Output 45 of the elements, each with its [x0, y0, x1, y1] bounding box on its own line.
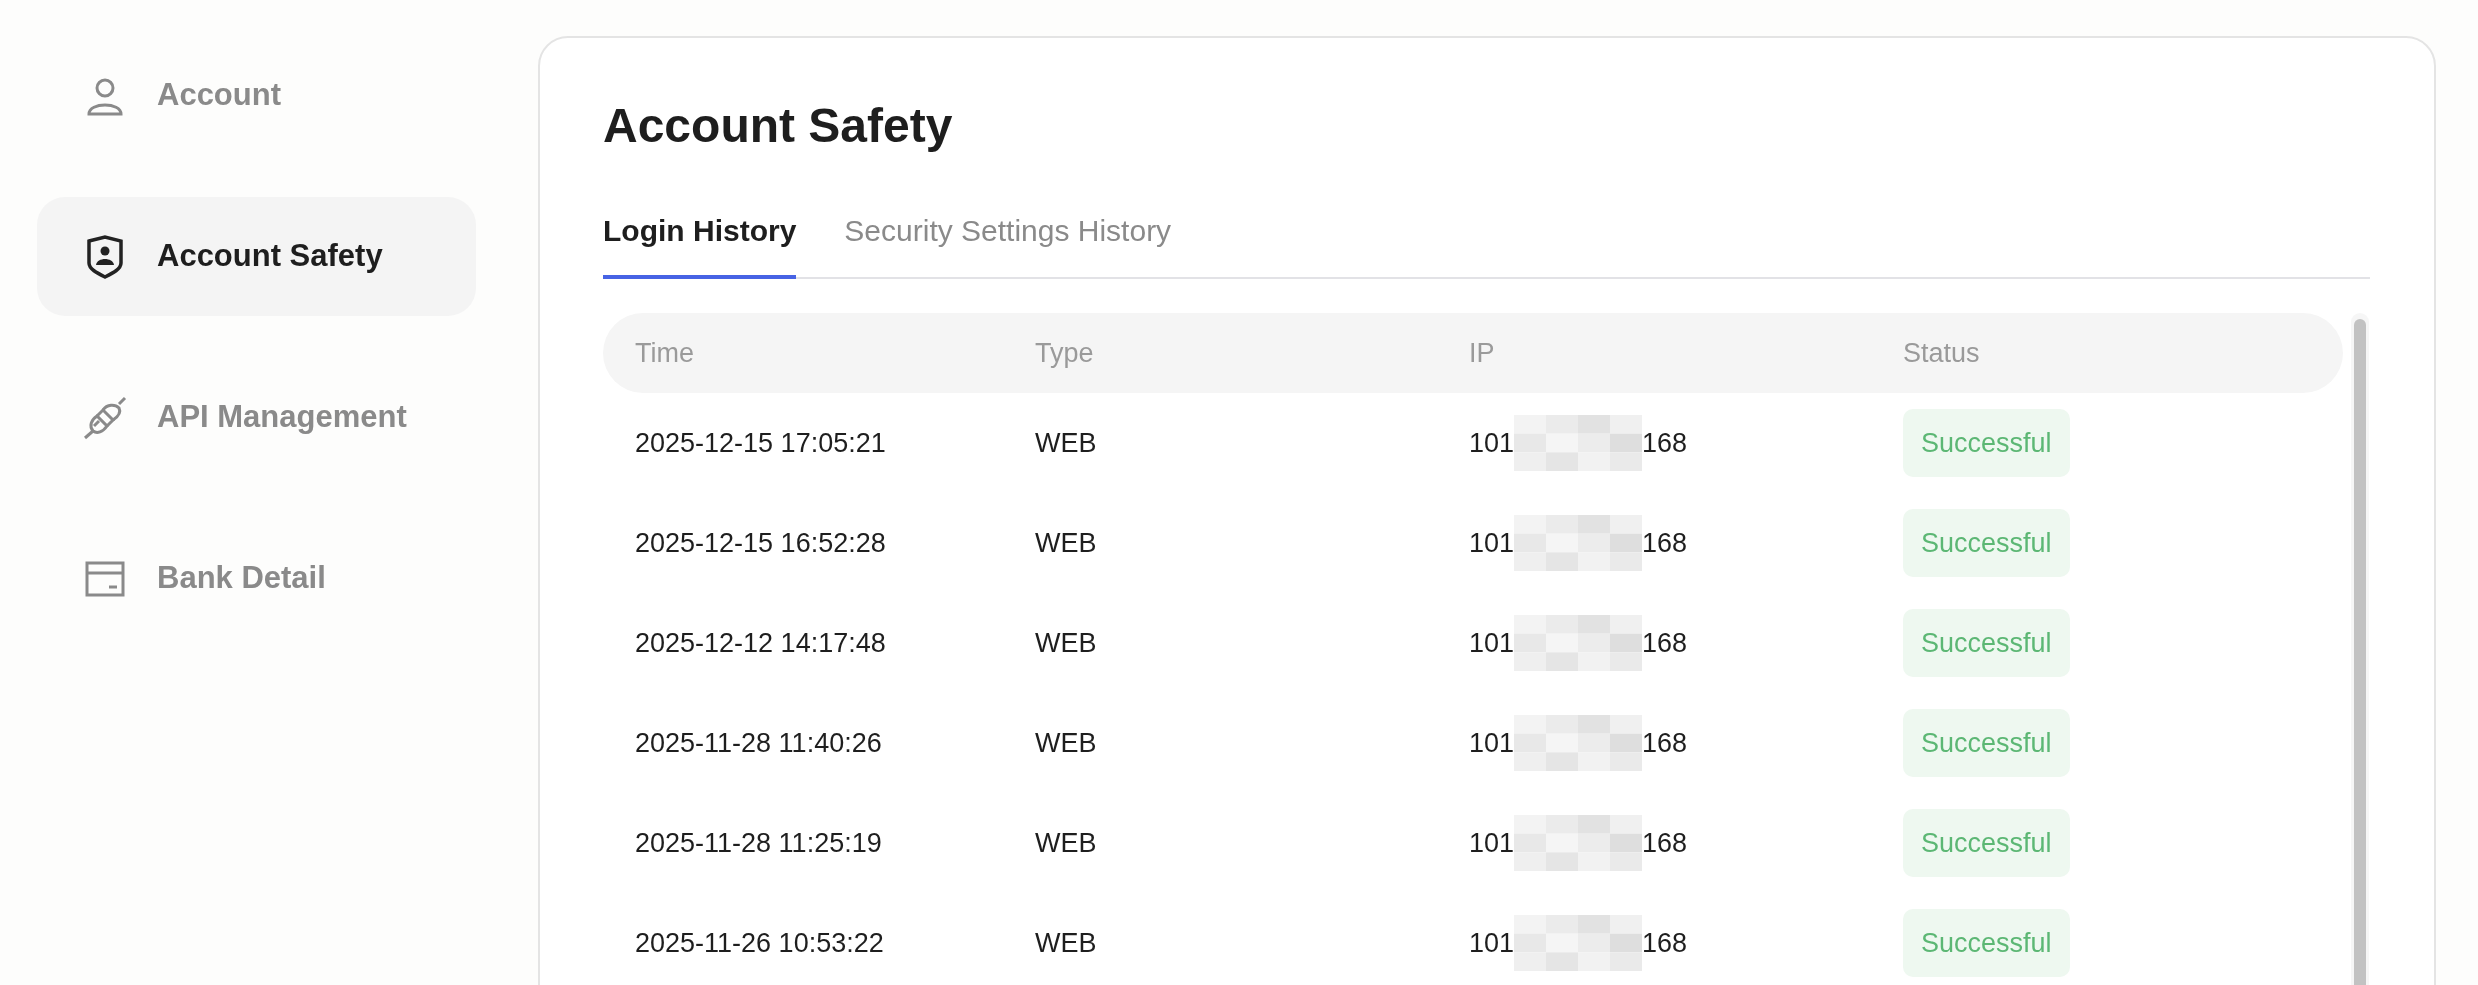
- status-badge: Successful: [1903, 708, 2070, 778]
- ip-start: 101: [1469, 626, 1515, 660]
- status-badge: Successful: [1903, 608, 2070, 678]
- sidebar-item[interactable]: Account Safety: [37, 197, 476, 316]
- ip-start: 101: [1469, 526, 1515, 560]
- status-badge: Successful: [1903, 808, 2070, 878]
- ip-end: 168: [1642, 926, 1688, 960]
- table-cell-text: WEB: [1035, 526, 1098, 560]
- column-header: Time: [635, 336, 695, 370]
- sidebar-item[interactable]: Account: [37, 36, 476, 155]
- scrollbar-thumb[interactable]: [2354, 319, 2366, 985]
- table-cell-text: WEB: [1035, 626, 1098, 660]
- tab[interactable]: Login History: [603, 208, 797, 279]
- ip-end: 168: [1642, 626, 1688, 660]
- status-badge: Successful: [1903, 408, 2070, 478]
- table-cell-text: WEB: [1035, 426, 1098, 460]
- table-cell-text: 2025-11-26 10:53:22: [635, 926, 885, 960]
- table-cell-text: 2025-12-15 17:05:21: [635, 426, 887, 460]
- tab[interactable]: Security Settings History: [844, 208, 1172, 279]
- status-badge: Successful: [1903, 908, 2070, 978]
- column-header: Type: [1035, 336, 1095, 370]
- ip-end: 168: [1642, 726, 1688, 760]
- table-cell-text: WEB: [1035, 926, 1098, 960]
- sidebar-item[interactable]: API Management: [37, 358, 476, 477]
- column-header: IP: [1469, 336, 1496, 370]
- sidebar-item[interactable]: Bank Detail: [37, 519, 476, 638]
- ip-end: 168: [1642, 526, 1688, 560]
- ip-start: 101: [1469, 726, 1515, 760]
- ip-start: 101: [1469, 926, 1515, 960]
- ip-end: 168: [1642, 826, 1688, 860]
- plug-icon: [83, 395, 127, 440]
- table-cell-text: 2025-11-28 11:25:19: [635, 826, 883, 860]
- column-header: Status: [1903, 336, 1981, 370]
- page-title: Account Safety: [603, 102, 954, 150]
- ip-start: 101: [1469, 426, 1515, 460]
- ip-start: 101: [1469, 826, 1515, 860]
- shield-user-icon: [85, 234, 125, 279]
- ip-end: 168: [1642, 426, 1688, 460]
- table-cell-text: WEB: [1035, 726, 1098, 760]
- status-badge: Successful: [1903, 508, 2070, 578]
- table-cell-text: WEB: [1035, 826, 1098, 860]
- table-cell-text: 2025-11-28 11:40:26: [635, 726, 883, 760]
- table-cell-text: 2025-12-12 14:17:48: [635, 626, 887, 660]
- table-cell-text: 2025-12-15 16:52:28: [635, 526, 887, 560]
- card-icon: [85, 560, 125, 597]
